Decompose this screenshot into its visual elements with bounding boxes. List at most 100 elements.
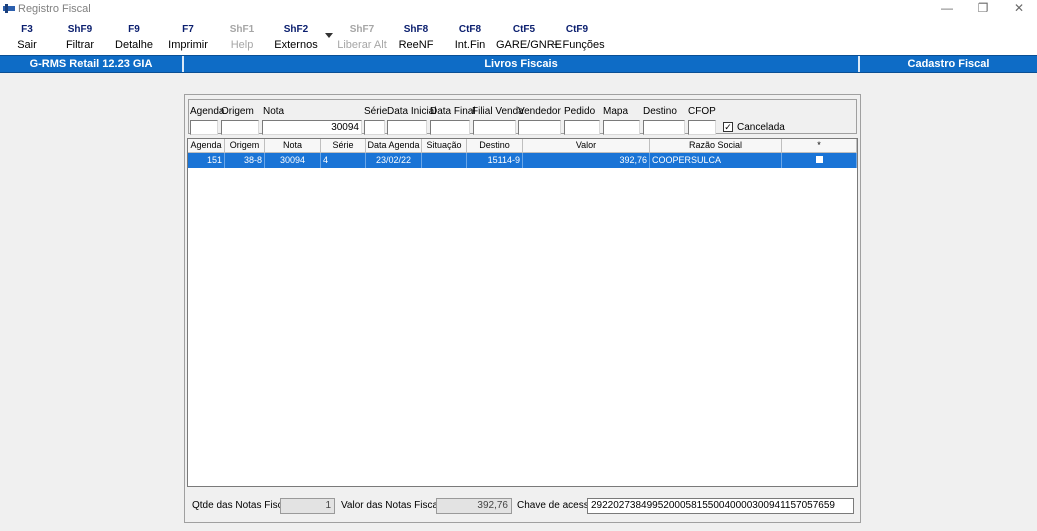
- int-fin-button[interactable]: CtF8 Int.Fin: [452, 24, 488, 51]
- cell-razao-social: COOPERSULCA: [650, 153, 782, 168]
- column-header-origem[interactable]: Origem: [225, 139, 265, 153]
- button-label: GARE/GNRE: [496, 39, 563, 51]
- cancelada-label: Cancelada: [737, 122, 785, 133]
- title-bar: Registro Fiscal — ❐ ✕: [0, 0, 1037, 18]
- shortcut-key: CtF8: [458, 24, 482, 35]
- column-header-nota[interactable]: Nota: [265, 139, 321, 153]
- column-header-data-agenda[interactable]: Data Agenda: [366, 139, 422, 153]
- shortcut-key: ShF9: [67, 24, 93, 35]
- cancelada-checkbox[interactable]: ✓: [723, 122, 733, 132]
- shortcut-key: ShF8: [403, 24, 429, 35]
- reenf-button[interactable]: ShF8 ReeNF: [398, 24, 434, 51]
- button-label: Liberar Alt: [337, 39, 387, 51]
- button-label: Filtrar: [65, 39, 95, 51]
- button-label: + Funções: [553, 39, 605, 51]
- agenda-input[interactable]: [190, 120, 218, 135]
- grid-header: Agenda Origem Nota Série Data Agenda Sit…: [188, 139, 857, 153]
- mapa-label: Mapa: [603, 106, 629, 117]
- data-final-label: Data Final: [430, 106, 476, 117]
- nota-label: Nota: [263, 106, 285, 117]
- window-title: Registro Fiscal: [18, 3, 91, 15]
- cell-destino: 15114-9: [467, 153, 523, 168]
- column-header-mark[interactable]: *: [782, 139, 857, 153]
- cfop-label: CFOP: [688, 106, 716, 117]
- sair-button[interactable]: F3 Sair: [9, 24, 45, 51]
- notas-grid[interactable]: Agenda Origem Nota Série Data Agenda Sit…: [187, 138, 858, 487]
- qtde-notas-field: 1: [280, 498, 335, 514]
- cell-situacao: [422, 153, 467, 168]
- filter-group: Agenda Origem Nota Série Data Inicial Da…: [188, 99, 857, 135]
- button-label: Imprimir: [168, 39, 208, 51]
- origem-label: Origem: [221, 106, 254, 117]
- minimize-button[interactable]: —: [929, 0, 965, 18]
- help-button[interactable]: ShF1 Help: [224, 24, 260, 51]
- button-label: Int.Fin: [454, 39, 486, 51]
- livros-fiscais-panel: Agenda Origem Nota Série Data Inicial Da…: [184, 94, 861, 523]
- serie-input[interactable]: [364, 120, 385, 135]
- module-title: Livros Fiscais: [484, 58, 558, 70]
- shortcut-key: ShF1: [229, 24, 255, 35]
- externos-button[interactable]: ShF2 Externos: [274, 24, 318, 51]
- vendedor-input[interactable]: [518, 120, 561, 135]
- shortcut-key: F3: [21, 24, 33, 35]
- agenda-label: Agenda: [190, 106, 225, 117]
- shortcut-key: CtF9: [565, 24, 589, 35]
- section-title: Cadastro Fiscal: [907, 58, 990, 70]
- liberar-alt-button[interactable]: ShF7 Liberar Alt: [337, 24, 387, 51]
- vendedor-label: Vendedor: [518, 106, 561, 117]
- mapa-input[interactable]: [603, 120, 640, 135]
- button-label: Sair: [17, 39, 37, 51]
- column-header-razao-social[interactable]: Razão Social: [650, 139, 782, 153]
- destino-label: Destino: [643, 106, 677, 117]
- origem-input[interactable]: [221, 120, 259, 135]
- shortcut-key: ShF2: [283, 24, 309, 35]
- filial-venda-input[interactable]: [473, 120, 516, 135]
- cell-nota: 30094: [265, 153, 321, 168]
- column-header-agenda[interactable]: Agenda: [188, 139, 225, 153]
- data-inicial-input[interactable]: [387, 120, 427, 135]
- column-header-valor[interactable]: Valor: [523, 139, 650, 153]
- cell-origem: 38-8: [225, 153, 265, 168]
- cell-serie: 4: [321, 153, 366, 168]
- chave-acesso-label: Chave de acesso:: [517, 500, 598, 511]
- close-button[interactable]: ✕: [1001, 0, 1037, 18]
- shortcut-key: F7: [182, 24, 194, 35]
- chave-acesso-field[interactable]: 2922027384995200058155004000030094115705…: [587, 498, 854, 514]
- pedido-input[interactable]: [564, 120, 600, 135]
- cell-agenda: 151: [188, 153, 225, 168]
- app-logo-icon: [3, 4, 15, 13]
- destino-input[interactable]: [643, 120, 685, 135]
- function-toolbar: F3 Sair ShF9 Filtrar F9 Detalhe F7 Impri…: [0, 18, 1037, 55]
- pedido-label: Pedido: [564, 106, 596, 117]
- cell-valor: 392,76: [523, 153, 650, 168]
- module-header-band: G-RMS Retail 12.23 GIA Livros Fiscais Ca…: [0, 55, 1037, 73]
- filtrar-button[interactable]: ShF9 Filtrar: [60, 24, 100, 51]
- cell-mark: [782, 153, 857, 168]
- cfop-input[interactable]: [688, 120, 716, 135]
- shortcut-key: CtF5: [512, 24, 536, 35]
- detalhe-button[interactable]: F9 Detalhe: [114, 24, 154, 51]
- gare-gnre-button[interactable]: CtF5 GARE/GNRE: [496, 24, 563, 51]
- mais-funcoes-button[interactable]: CtF9 + Funções: [553, 24, 605, 51]
- column-header-destino[interactable]: Destino: [467, 139, 523, 153]
- table-row[interactable]: 151 38-8 30094 4 23/02/22 15114-9 392,76…: [188, 153, 857, 168]
- cell-data-agenda: 23/02/22: [366, 153, 422, 168]
- valor-notas-field: 392,76: [436, 498, 512, 514]
- shortcut-key: ShF7: [349, 24, 375, 35]
- valor-notas-label: Valor das Notas Fiscais:: [341, 500, 449, 511]
- nota-input[interactable]: 30094: [262, 120, 362, 135]
- column-header-serie[interactable]: Série: [321, 139, 366, 153]
- column-header-situacao[interactable]: Situação: [422, 139, 467, 153]
- shortcut-key: F9: [128, 24, 140, 35]
- button-label: ReeNF: [398, 39, 434, 51]
- filial-venda-label: Filial Venda: [472, 106, 524, 117]
- restore-button[interactable]: ❐: [965, 0, 1001, 18]
- system-version-label: G-RMS Retail 12.23 GIA: [29, 58, 153, 70]
- button-label: Detalhe: [115, 39, 153, 51]
- row-marker-icon: [815, 156, 823, 163]
- button-label: Help: [230, 39, 254, 51]
- button-label: Externos: [274, 39, 318, 51]
- imprimir-button[interactable]: F7 Imprimir: [166, 24, 210, 51]
- data-final-input[interactable]: [430, 120, 470, 135]
- externos-dropdown-icon[interactable]: [325, 33, 333, 38]
